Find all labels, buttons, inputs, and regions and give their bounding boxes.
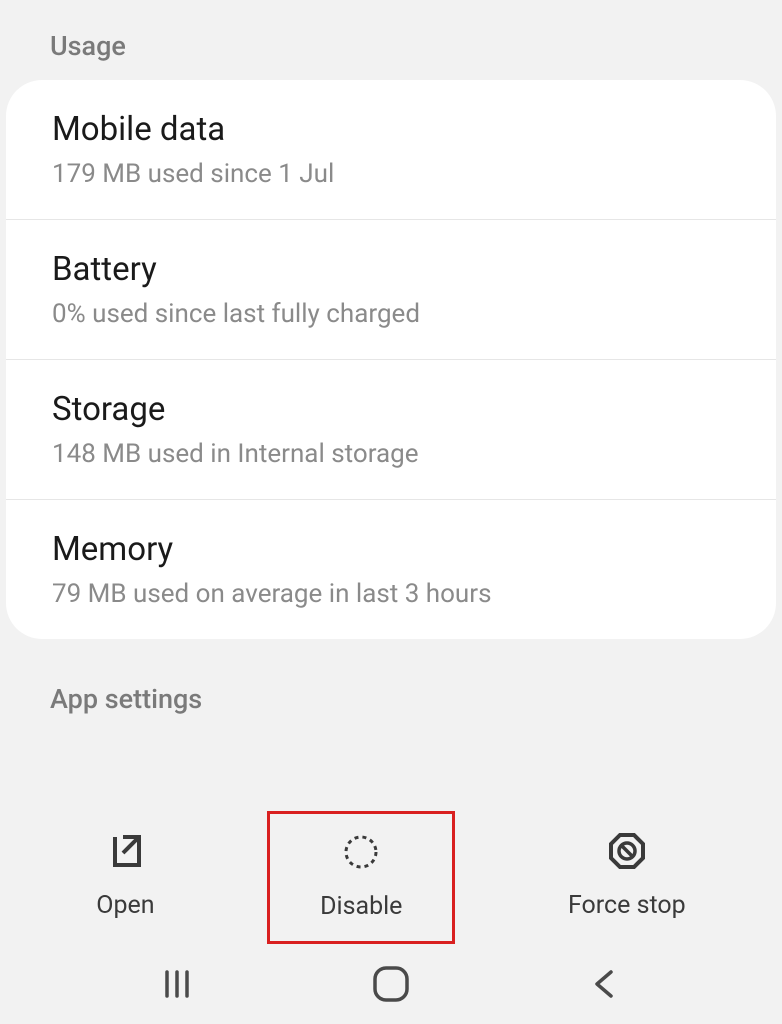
- battery-subtitle: 0% used since last fully charged: [52, 299, 730, 329]
- storage-item[interactable]: Storage 148 MB used in Internal storage: [6, 360, 776, 500]
- usage-section-header: Usage: [0, 0, 782, 80]
- open-label: Open: [96, 891, 154, 920]
- mobile-data-subtitle: 179 MB used since 1 Jul: [52, 159, 730, 189]
- force-stop-button[interactable]: Force stop: [528, 811, 726, 944]
- app-settings-section-header: App settings: [0, 639, 782, 715]
- action-bar: Open Disable Force stop: [0, 811, 782, 944]
- battery-title: Battery: [52, 250, 730, 289]
- storage-title: Storage: [52, 390, 730, 429]
- memory-subtitle: 79 MB used on average in last 3 hours: [52, 579, 730, 609]
- memory-title: Memory: [52, 530, 730, 569]
- open-icon: [103, 829, 147, 873]
- disable-button[interactable]: Disable: [267, 811, 455, 944]
- force-stop-label: Force stop: [568, 891, 686, 920]
- disable-label: Disable: [320, 892, 402, 921]
- force-stop-icon: [605, 829, 649, 873]
- memory-item[interactable]: Memory 79 MB used on average in last 3 h…: [6, 500, 776, 639]
- battery-item[interactable]: Battery 0% used since last fully charged: [6, 220, 776, 360]
- home-nav-icon[interactable]: [366, 959, 416, 1009]
- navigation-bar: [0, 944, 782, 1024]
- mobile-data-title: Mobile data: [52, 110, 730, 149]
- usage-card: Mobile data 179 MB used since 1 Jul Batt…: [6, 80, 776, 639]
- back-nav-icon[interactable]: [580, 959, 630, 1009]
- storage-subtitle: 148 MB used in Internal storage: [52, 439, 730, 469]
- recents-nav-icon[interactable]: [152, 959, 202, 1009]
- open-button[interactable]: Open: [56, 811, 194, 944]
- mobile-data-item[interactable]: Mobile data 179 MB used since 1 Jul: [6, 80, 776, 220]
- disable-icon: [339, 830, 383, 874]
